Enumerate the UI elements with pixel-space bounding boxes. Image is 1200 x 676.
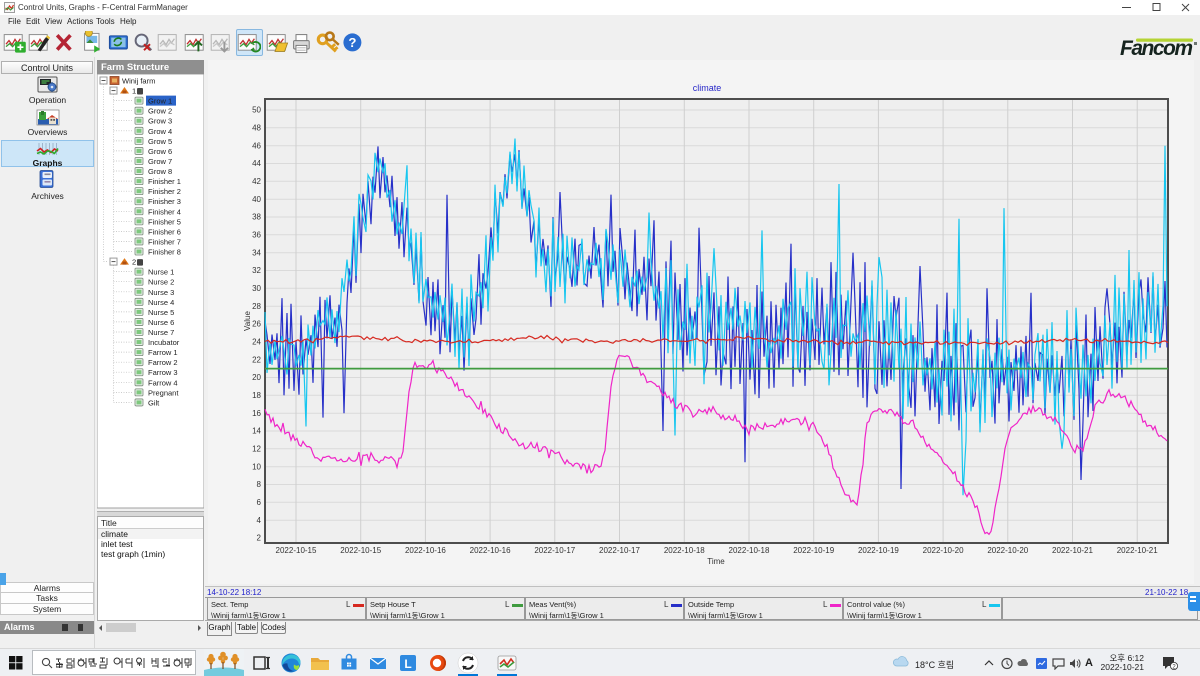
svg-text:42: 42 — [252, 177, 261, 186]
svg-text:Nurse 3: Nurse 3 — [148, 288, 174, 297]
svg-text:14: 14 — [252, 427, 261, 436]
svg-text:Incubator: Incubator — [148, 338, 180, 347]
svg-text:2022-10-18: 2022-10-18 — [664, 546, 705, 555]
svg-text:?: ? — [348, 35, 356, 50]
svg-text:2022-10-16: 2022-10-16 — [405, 546, 446, 555]
svg-text:L: L — [404, 657, 411, 671]
svg-text:Finisher 3: Finisher 3 — [148, 197, 181, 206]
svg-text:2022-10-19: 2022-10-19 — [793, 546, 834, 555]
svg-text:2022-10-19: 2022-10-19 — [858, 546, 899, 555]
svg-text:2022-10-20: 2022-10-20 — [987, 546, 1028, 555]
svg-text:2022-10-17: 2022-10-17 — [534, 546, 575, 555]
svg-text:46: 46 — [252, 141, 261, 150]
svg-text:Finisher 1: Finisher 1 — [148, 177, 181, 186]
svg-text:Grow 4: Grow 4 — [148, 127, 172, 136]
svg-text:38: 38 — [252, 213, 261, 222]
svg-text:6: 6 — [257, 498, 262, 507]
svg-text:Nurse 6: Nurse 6 — [148, 318, 174, 327]
svg-text:Winij farm: Winij farm — [122, 77, 155, 86]
svg-text:Finisher 7: Finisher 7 — [148, 237, 181, 246]
svg-text:50: 50 — [252, 106, 261, 115]
svg-text:2022-10-20: 2022-10-20 — [923, 546, 964, 555]
svg-text:2022-10-16: 2022-10-16 — [470, 546, 511, 555]
svg-text:34: 34 — [252, 248, 261, 257]
svg-text:36: 36 — [252, 230, 261, 239]
svg-text:4: 4 — [257, 516, 262, 525]
svg-text:24: 24 — [252, 337, 261, 346]
svg-text:Grow 1: Grow 1 — [148, 97, 172, 106]
svg-text:48: 48 — [252, 123, 261, 132]
svg-text:40: 40 — [252, 195, 261, 204]
svg-text:Nurse 7: Nurse 7 — [148, 328, 174, 337]
svg-text:Farrow 2: Farrow 2 — [148, 358, 178, 367]
svg-text:Finisher 2: Finisher 2 — [148, 187, 181, 196]
svg-text:Farrow 4: Farrow 4 — [148, 378, 178, 387]
svg-text:2022-10-18: 2022-10-18 — [729, 546, 770, 555]
svg-text:Grow 6: Grow 6 — [148, 147, 172, 156]
svg-text:22: 22 — [252, 355, 261, 364]
svg-text:Gilt: Gilt — [148, 398, 160, 407]
svg-text:Farrow 3: Farrow 3 — [148, 368, 178, 377]
svg-text:2022-10-17: 2022-10-17 — [599, 546, 640, 555]
svg-text:Value: Value — [243, 311, 252, 331]
svg-text:8: 8 — [257, 480, 262, 489]
svg-text:Farrow 1: Farrow 1 — [148, 348, 178, 357]
svg-text:climate: climate — [693, 83, 722, 93]
svg-text:Finisher 6: Finisher 6 — [148, 227, 181, 236]
svg-text:Grow 2: Grow 2 — [148, 107, 172, 116]
svg-text:16: 16 — [252, 409, 261, 418]
svg-text:2022-10-21: 2022-10-21 — [1052, 546, 1093, 555]
svg-text:2022-10-15: 2022-10-15 — [340, 546, 381, 555]
svg-text:Finisher 4: Finisher 4 — [148, 207, 181, 216]
svg-text:Finisher 8: Finisher 8 — [148, 248, 181, 257]
svg-text:2: 2 — [132, 258, 136, 267]
svg-text:Grow 3: Grow 3 — [148, 117, 172, 126]
svg-text:2022-10-15: 2022-10-15 — [276, 546, 317, 555]
svg-text:10: 10 — [252, 462, 261, 471]
svg-text:Grow 7: Grow 7 — [148, 157, 172, 166]
svg-text:20: 20 — [252, 373, 261, 382]
svg-text:Grow 8: Grow 8 — [148, 167, 172, 176]
svg-text:Pregnant: Pregnant — [148, 388, 179, 397]
svg-text:Grow 5: Grow 5 — [148, 137, 172, 146]
svg-text:Nurse 1: Nurse 1 — [148, 268, 174, 277]
svg-text:Finisher 5: Finisher 5 — [148, 217, 181, 226]
svg-text:44: 44 — [252, 159, 261, 168]
svg-text:Nurse 2: Nurse 2 — [148, 278, 174, 287]
svg-text:1: 1 — [132, 87, 136, 96]
svg-text:32: 32 — [252, 266, 261, 275]
svg-text:12: 12 — [252, 444, 261, 453]
svg-text:28: 28 — [252, 302, 261, 311]
svg-text:Time: Time — [707, 557, 725, 566]
svg-text:Fancom: Fancom — [1120, 37, 1192, 59]
svg-text:18: 18 — [252, 391, 261, 400]
svg-text:26: 26 — [252, 320, 261, 329]
svg-text:2: 2 — [257, 534, 262, 543]
svg-text:2022-10-21: 2022-10-21 — [1117, 546, 1158, 555]
svg-text:30: 30 — [252, 284, 261, 293]
svg-text:Nurse 5: Nurse 5 — [148, 308, 174, 317]
svg-text:Nurse 4: Nurse 4 — [148, 298, 174, 307]
